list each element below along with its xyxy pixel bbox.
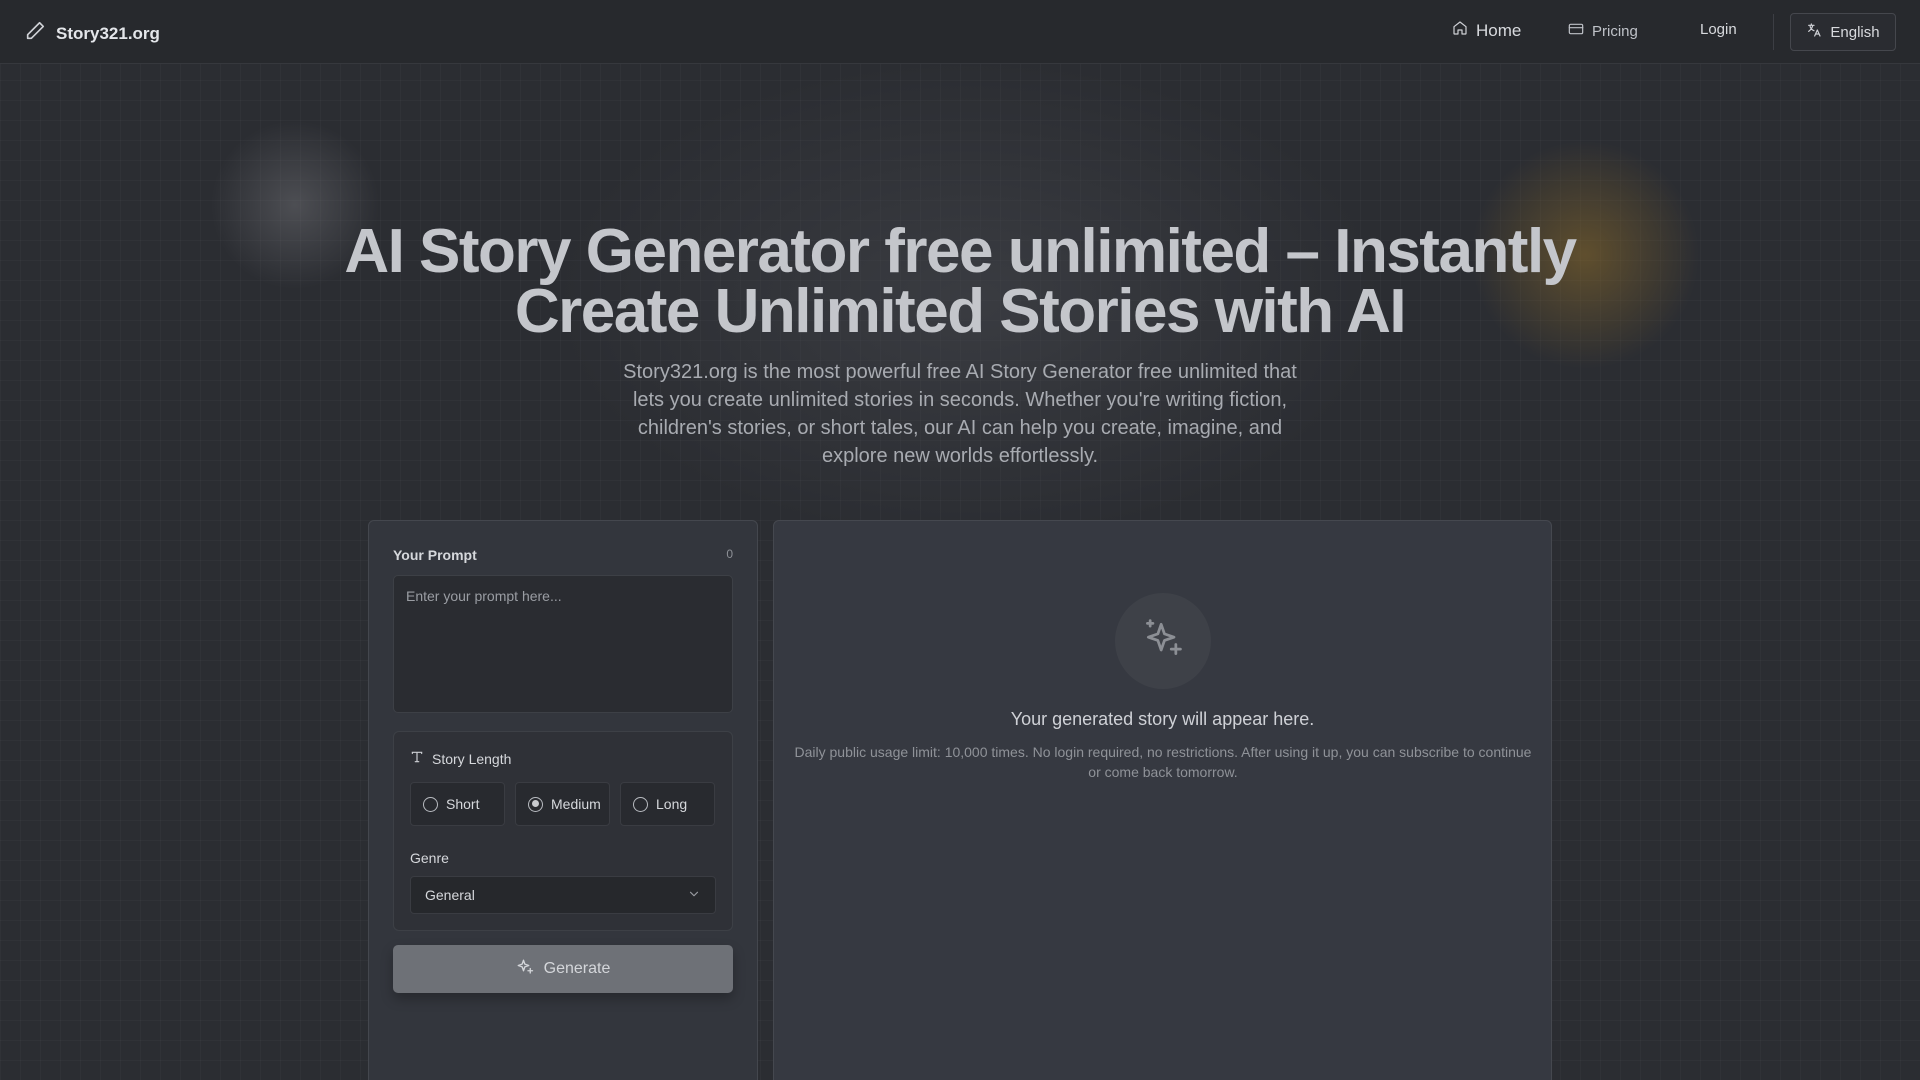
sparkles-icon bbox=[1141, 617, 1185, 666]
prompt-input[interactable] bbox=[393, 575, 733, 713]
nav-pricing-label: Pricing bbox=[1592, 22, 1638, 40]
radio-medium[interactable] bbox=[528, 796, 543, 812]
brand-name: Story321.org bbox=[56, 23, 160, 43]
length-option-label: Long bbox=[656, 796, 688, 812]
genre-selected-value: General bbox=[425, 887, 475, 903]
story-output-panel: Your generated story will appear here. D… bbox=[773, 520, 1552, 1080]
generate-label: Generate bbox=[543, 960, 611, 977]
output-placeholder-badge bbox=[1115, 593, 1211, 689]
nav-pricing-link[interactable]: Pricing bbox=[1568, 21, 1638, 41]
language-button[interactable]: English bbox=[1790, 13, 1896, 51]
prompt-char-count: 0 bbox=[726, 547, 733, 561]
story-length-options: Short Medium Long bbox=[410, 782, 715, 826]
prompt-panel: Your Prompt 0 Story Length Short Medium bbox=[368, 520, 758, 1080]
output-placeholder-title: Your generated story will appear here. bbox=[1010, 709, 1315, 729]
text-type-icon bbox=[410, 750, 424, 767]
hero-title-line2: Create Unlimited Stories with AI bbox=[514, 277, 1407, 346]
length-option-label: Medium bbox=[551, 796, 601, 812]
nav-home-link[interactable]: Home bbox=[1452, 20, 1521, 41]
pencil-icon bbox=[24, 20, 46, 47]
hero-title: AI Story Generator free unlimited – Inst… bbox=[0, 221, 1920, 343]
language-label: English bbox=[1830, 23, 1880, 41]
generate-button[interactable]: Generate bbox=[393, 945, 733, 993]
length-option-medium[interactable]: Medium bbox=[515, 782, 610, 826]
nav-login-link[interactable]: Login bbox=[1700, 21, 1737, 38]
story-length-label: Story Length bbox=[432, 750, 512, 767]
top-navbar: Story321.org Home Pricing Login English bbox=[0, 0, 1920, 64]
hero-description: Story321.org is the most powerful free A… bbox=[623, 361, 1297, 467]
nav-divider bbox=[1773, 14, 1774, 50]
translate-icon bbox=[1806, 22, 1822, 42]
brand-link[interactable]: Story321.org bbox=[24, 20, 160, 47]
story-length-heading: Story Length bbox=[410, 750, 511, 767]
genre-select[interactable]: General bbox=[410, 876, 716, 914]
length-option-short[interactable]: Short bbox=[410, 782, 505, 826]
home-icon bbox=[1452, 20, 1468, 41]
prompt-label: Your Prompt bbox=[393, 547, 477, 563]
length-option-long[interactable]: Long bbox=[620, 782, 715, 826]
nav-home-label: Home bbox=[1476, 20, 1522, 40]
radio-long[interactable] bbox=[633, 796, 648, 812]
story-options-box: Story Length Short Medium Long Genre Gen… bbox=[393, 731, 733, 931]
chevron-down-icon bbox=[687, 887, 701, 904]
credit-card-icon bbox=[1568, 21, 1584, 41]
length-option-label: Short bbox=[446, 796, 480, 812]
genre-label: Genre bbox=[410, 850, 449, 866]
hero-title-line1: AI Story Generator free unlimited – Inst… bbox=[344, 217, 1577, 286]
sparkles-icon bbox=[516, 958, 534, 981]
usage-limit-note: Daily public usage limit: 10,000 times. … bbox=[794, 744, 1532, 780]
radio-short[interactable] bbox=[423, 796, 438, 812]
